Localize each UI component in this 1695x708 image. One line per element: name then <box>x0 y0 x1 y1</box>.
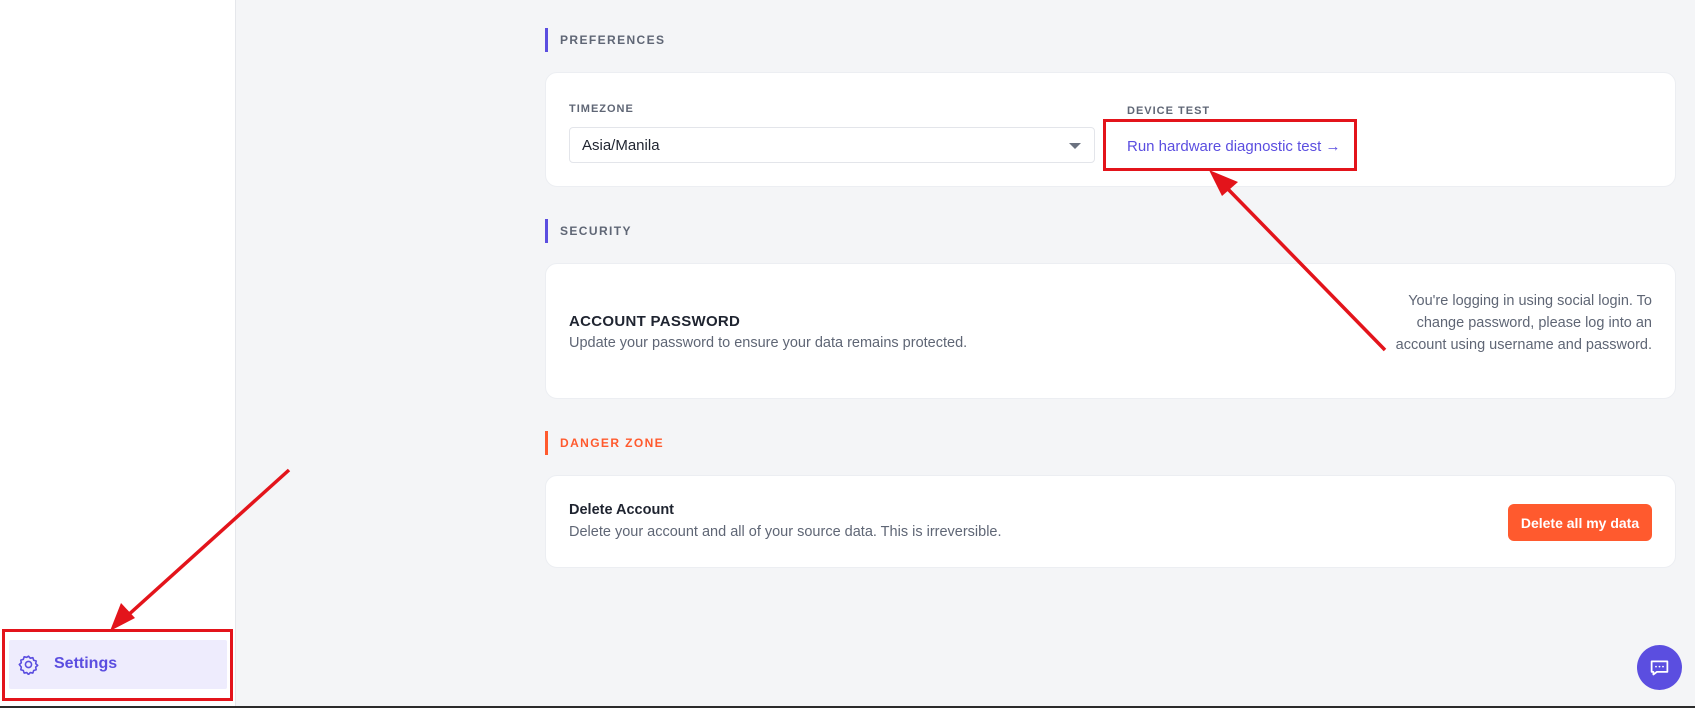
gear-icon <box>18 654 39 676</box>
chevron-down-icon <box>1069 143 1081 149</box>
section-accent-bar <box>545 431 548 455</box>
account-password-title: ACCOUNT PASSWORD <box>569 313 741 330</box>
timezone-select[interactable]: Asia/Manila <box>569 127 1095 163</box>
delete-all-data-button[interactable]: Delete all my data <box>1508 504 1652 541</box>
sidebar-item-settings[interactable]: Settings <box>9 640 227 689</box>
timezone-label: TIMEZONE <box>569 103 634 115</box>
sidebar-item-label: Settings <box>54 655 118 672</box>
delete-account-description: Delete your account and all of your sour… <box>569 524 1002 540</box>
section-title-danger-zone: DANGER ZONE <box>560 436 665 450</box>
section-title-preferences: PREFERENCES <box>560 33 666 47</box>
social-login-note: You're logging in using social login. To… <box>1395 293 1652 353</box>
chat-button[interactable] <box>1637 645 1682 690</box>
chat-icon <box>1650 660 1669 676</box>
account-password-description: Update your password to ensure your data… <box>569 335 968 351</box>
sidebar: Settings <box>0 0 236 708</box>
run-diagnostic-link[interactable]: Run hardware diagnostic test → <box>1127 138 1340 155</box>
section-accent-bar <box>545 219 548 243</box>
section-accent-bar <box>545 28 548 52</box>
delete-account-title: Delete Account <box>569 502 675 518</box>
section-title-security: SECURITY <box>560 224 632 238</box>
timezone-value: Asia/Manila <box>582 137 660 154</box>
preferences-card: TIMEZONE Asia/Manila DEVICE TEST Run har… <box>545 72 1676 187</box>
device-test-label: DEVICE TEST <box>1127 105 1211 117</box>
danger-zone-card: Delete Account Delete your account and a… <box>545 475 1676 568</box>
security-card: ACCOUNT PASSWORD Update your password to… <box>545 263 1676 399</box>
